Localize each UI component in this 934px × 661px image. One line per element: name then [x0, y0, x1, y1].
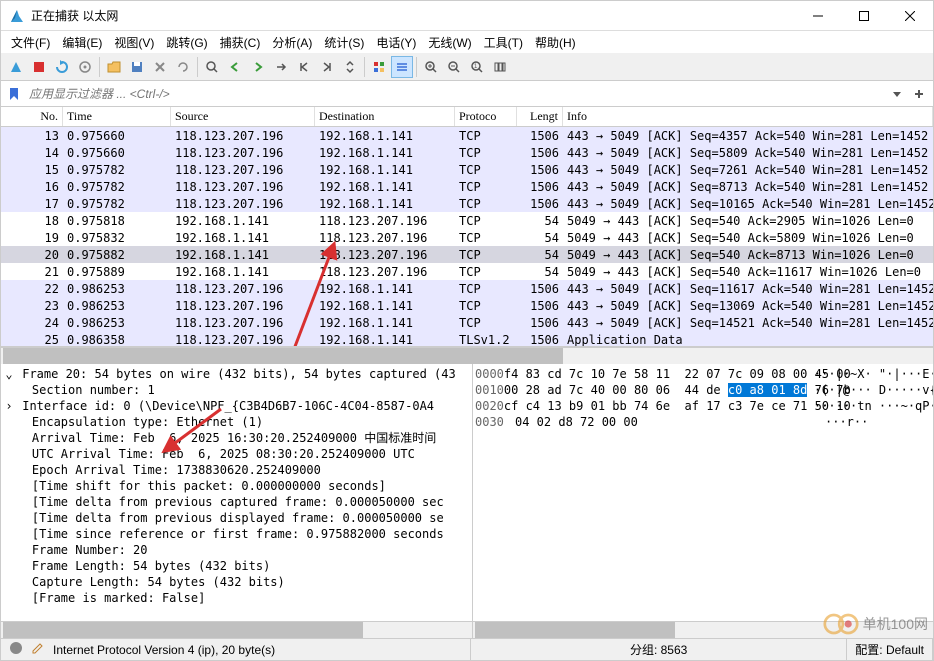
go-forward-button[interactable] [247, 56, 269, 78]
minimize-button[interactable] [795, 1, 841, 31]
detail-line[interactable]: Encapsulation type: Ethernet (1) [3, 414, 470, 430]
packet-details-pane[interactable]: ⌄ Frame 20: 54 bytes on wire (432 bits),… [1, 364, 473, 621]
hex-row[interactable]: 0000f4 83 cd 7c 10 7e 58 11 22 07 7c 09 … [475, 366, 931, 382]
detail-line[interactable]: Epoch Arrival Time: 1738830620.252409000 [3, 462, 470, 478]
col-no[interactable]: No. [1, 107, 63, 126]
menu-item[interactable]: 分析(A) [266, 32, 318, 53]
detail-line[interactable]: [Time since reference or first frame: 0.… [3, 526, 470, 542]
display-filter-input[interactable] [25, 85, 885, 103]
packet-row[interactable]: 190.975832192.168.1.141118.123.207.196TC… [1, 229, 933, 246]
zoom-out-button[interactable] [443, 56, 465, 78]
lower-hscroll[interactable] [1, 621, 933, 638]
packet-list-pane[interactable]: No. Time Source Destination Protoco Leng… [1, 107, 933, 347]
menu-item[interactable]: 无线(W) [422, 32, 477, 53]
status-profile[interactable]: 配置: Default [847, 639, 933, 660]
packet-row[interactable]: 160.975782118.123.207.196192.168.1.141TC… [1, 178, 933, 195]
zoom-in-button[interactable] [420, 56, 442, 78]
filter-dropdown-button[interactable] [887, 84, 907, 104]
col-info[interactable]: Info [563, 107, 933, 126]
goto-packet-button[interactable] [270, 56, 292, 78]
detail-line[interactable]: Capture Length: 54 bytes (432 bits) [3, 574, 470, 590]
menu-item[interactable]: 编辑(E) [56, 32, 108, 53]
packet-row[interactable]: 130.975660118.123.207.196192.168.1.141TC… [1, 127, 933, 144]
close-button[interactable] [887, 1, 933, 31]
col-source[interactable]: Source [171, 107, 315, 126]
colorize-button[interactable] [368, 56, 390, 78]
menu-item[interactable]: 跳转(G) [160, 32, 213, 53]
detail-line[interactable]: UTC Arrival Time: Feb 6, 2025 08:30:20.2… [3, 446, 470, 462]
app-icon [9, 8, 25, 24]
menu-item[interactable]: 工具(T) [478, 32, 529, 53]
col-destination[interactable]: Destination [315, 107, 455, 126]
col-time[interactable]: Time [63, 107, 171, 126]
open-file-button[interactable] [103, 56, 125, 78]
main-toolbar: 1 [1, 53, 933, 81]
auto-scroll-live-button[interactable] [391, 56, 413, 78]
filter-bar [1, 81, 933, 107]
packet-list-header[interactable]: No. Time Source Destination Protoco Leng… [1, 107, 933, 127]
detail-line[interactable]: Section number: 1 [3, 382, 470, 398]
detail-line[interactable]: [Time delta from previous displayed fram… [3, 510, 470, 526]
detail-line[interactable]: [Frame is marked: False] [3, 590, 470, 606]
autoscroll-button[interactable] [339, 56, 361, 78]
maximize-button[interactable] [841, 1, 887, 31]
status-bar: Internet Protocol Version 4 (ip), 20 byt… [1, 638, 933, 660]
menu-item[interactable]: 帮助(H) [529, 32, 582, 53]
status-packets: 分组: 8563 [471, 639, 847, 660]
detail-line[interactable]: Arrival Time: Feb 6, 2025 16:30:20.25240… [3, 430, 470, 446]
save-file-button[interactable] [126, 56, 148, 78]
go-first-button[interactable] [293, 56, 315, 78]
find-button[interactable] [201, 56, 223, 78]
menu-item[interactable]: 捕获(C) [214, 32, 267, 53]
packet-row[interactable]: 220.986253118.123.207.196192.168.1.141TC… [1, 280, 933, 297]
window-title: 正在捕获 以太网 [31, 7, 795, 24]
menu-item[interactable]: 视图(V) [108, 32, 160, 53]
start-capture-button[interactable] [5, 56, 27, 78]
packet-row[interactable]: 180.975818192.168.1.141118.123.207.196TC… [1, 212, 933, 229]
packet-row[interactable]: 170.975782118.123.207.196192.168.1.141TC… [1, 195, 933, 212]
menu-item[interactable]: 电话(Y) [370, 32, 422, 53]
resize-columns-button[interactable] [489, 56, 511, 78]
detail-line[interactable]: Frame Length: 54 bytes (432 bits) [3, 558, 470, 574]
packet-list-hscroll[interactable] [1, 347, 933, 364]
packet-row[interactable]: 240.986253118.123.207.196192.168.1.141TC… [1, 314, 933, 331]
menu-item[interactable]: 统计(S) [318, 32, 370, 53]
go-back-button[interactable] [224, 56, 246, 78]
packet-bytes-pane[interactable]: 0000f4 83 cd 7c 10 7e 58 11 22 07 7c 09 … [473, 364, 933, 621]
packet-row[interactable]: 230.986253118.123.207.196192.168.1.141TC… [1, 297, 933, 314]
edit-icon[interactable] [31, 641, 45, 658]
menu-bar: 文件(F)编辑(E)视图(V)跳转(G)捕获(C)分析(A)统计(S)电话(Y)… [1, 31, 933, 53]
restart-capture-button[interactable] [51, 56, 73, 78]
packet-row[interactable]: 200.975882192.168.1.141118.123.207.196TC… [1, 246, 933, 263]
expert-info-icon[interactable] [9, 641, 23, 658]
detail-line[interactable]: [Time delta from previous captured frame… [3, 494, 470, 510]
detail-line[interactable]: [Time shift for this packet: 0.000000000… [3, 478, 470, 494]
title-bar: 正在捕获 以太网 [1, 1, 933, 31]
zoom-reset-button[interactable]: 1 [466, 56, 488, 78]
go-last-button[interactable] [316, 56, 338, 78]
hex-row[interactable]: 0020cf c4 13 b9 01 bb 74 6e af 17 c3 7e … [475, 398, 931, 414]
packet-row[interactable]: 150.975782118.123.207.196192.168.1.141TC… [1, 161, 933, 178]
packet-row[interactable]: 140.975660118.123.207.196192.168.1.141TC… [1, 144, 933, 161]
filter-bookmark-icon[interactable] [5, 85, 23, 103]
col-length[interactable]: Lengt [517, 107, 563, 126]
close-file-button[interactable] [149, 56, 171, 78]
hex-row[interactable]: 003004 02 d8 72 00 00···r·· [475, 414, 931, 430]
hex-row[interactable]: 001000 28 ad 7c 40 00 80 06 44 de c0 a8 … [475, 382, 931, 398]
detail-line[interactable]: ⌄ Frame 20: 54 bytes on wire (432 bits),… [3, 366, 470, 382]
reload-button[interactable] [172, 56, 194, 78]
detail-line[interactable]: › Interface id: 0 (\Device\NPF_{C3B4D6B7… [3, 398, 470, 414]
col-protocol[interactable]: Protoco [455, 107, 517, 126]
packet-row[interactable]: 210.975889192.168.1.141118.123.207.196TC… [1, 263, 933, 280]
capture-options-button[interactable] [74, 56, 96, 78]
packet-row[interactable]: 250.986358118.123.207.196192.168.1.141TL… [1, 331, 933, 347]
menu-item[interactable]: 文件(F) [5, 32, 56, 53]
filter-add-button[interactable] [909, 84, 929, 104]
status-left: Internet Protocol Version 4 (ip), 20 byt… [53, 643, 275, 657]
stop-capture-button[interactable] [28, 56, 50, 78]
detail-line[interactable]: Frame Number: 20 [3, 542, 470, 558]
